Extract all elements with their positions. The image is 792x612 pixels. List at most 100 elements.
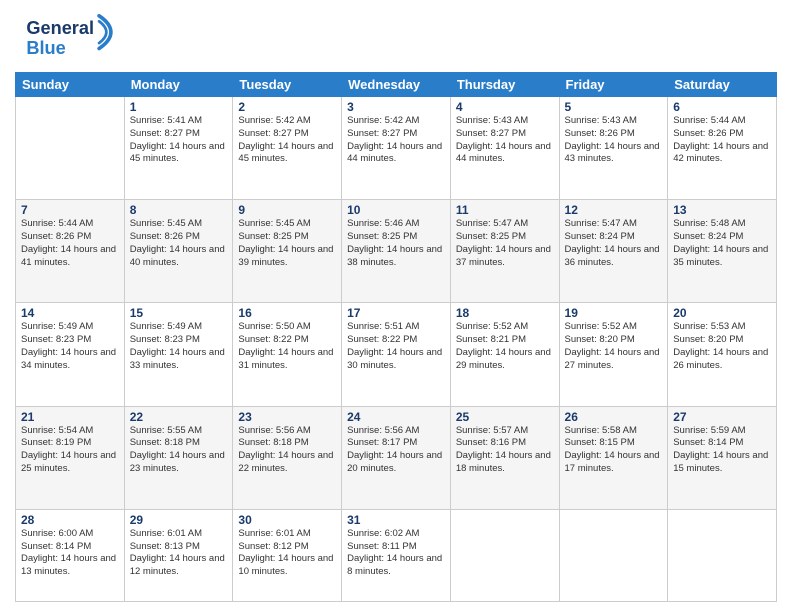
day-number: 2	[238, 100, 336, 114]
day-number: 25	[456, 410, 554, 424]
day-info: Sunrise: 5:49 AMSunset: 8:23 PMDaylight:…	[21, 321, 119, 372]
day-info: Sunrise: 6:02 AMSunset: 8:11 PMDaylight:…	[347, 528, 445, 579]
day-cell: 3Sunrise: 5:42 AMSunset: 8:27 PMDaylight…	[342, 97, 451, 200]
weekday-header-sunday: Sunday	[16, 73, 125, 97]
day-cell: 15Sunrise: 5:49 AMSunset: 8:23 PMDayligh…	[124, 303, 233, 406]
day-cell: 23Sunrise: 5:56 AMSunset: 8:18 PMDayligh…	[233, 406, 342, 509]
day-cell: 4Sunrise: 5:43 AMSunset: 8:27 PMDaylight…	[450, 97, 559, 200]
day-number: 7	[21, 203, 119, 217]
day-cell: 10Sunrise: 5:46 AMSunset: 8:25 PMDayligh…	[342, 200, 451, 303]
day-info: Sunrise: 6:01 AMSunset: 8:13 PMDaylight:…	[130, 528, 228, 579]
day-number: 29	[130, 513, 228, 527]
day-number: 28	[21, 513, 119, 527]
day-info: Sunrise: 6:01 AMSunset: 8:12 PMDaylight:…	[238, 528, 336, 579]
day-number: 1	[130, 100, 228, 114]
day-number: 10	[347, 203, 445, 217]
day-info: Sunrise: 5:53 AMSunset: 8:20 PMDaylight:…	[673, 321, 771, 372]
day-cell: 2Sunrise: 5:42 AMSunset: 8:27 PMDaylight…	[233, 97, 342, 200]
day-info: Sunrise: 5:59 AMSunset: 8:14 PMDaylight:…	[673, 425, 771, 476]
day-number: 26	[565, 410, 663, 424]
day-cell: 27Sunrise: 5:59 AMSunset: 8:14 PMDayligh…	[668, 406, 777, 509]
weekday-header-row: SundayMondayTuesdayWednesdayThursdayFrid…	[16, 73, 777, 97]
day-info: Sunrise: 5:47 AMSunset: 8:25 PMDaylight:…	[456, 218, 554, 269]
day-cell: 26Sunrise: 5:58 AMSunset: 8:15 PMDayligh…	[559, 406, 668, 509]
day-info: Sunrise: 5:58 AMSunset: 8:15 PMDaylight:…	[565, 425, 663, 476]
day-info: Sunrise: 5:52 AMSunset: 8:20 PMDaylight:…	[565, 321, 663, 372]
day-info: Sunrise: 5:42 AMSunset: 8:27 PMDaylight:…	[238, 115, 336, 166]
day-cell: 14Sunrise: 5:49 AMSunset: 8:23 PMDayligh…	[16, 303, 125, 406]
day-info: Sunrise: 5:52 AMSunset: 8:21 PMDaylight:…	[456, 321, 554, 372]
day-info: Sunrise: 5:57 AMSunset: 8:16 PMDaylight:…	[456, 425, 554, 476]
day-cell: 24Sunrise: 5:56 AMSunset: 8:17 PMDayligh…	[342, 406, 451, 509]
svg-text:General: General	[26, 18, 94, 38]
day-number: 3	[347, 100, 445, 114]
day-cell	[450, 509, 559, 601]
weekday-header-tuesday: Tuesday	[233, 73, 342, 97]
logo: General Blue	[15, 14, 125, 64]
weekday-header-saturday: Saturday	[668, 73, 777, 97]
day-cell: 5Sunrise: 5:43 AMSunset: 8:26 PMDaylight…	[559, 97, 668, 200]
day-info: Sunrise: 5:46 AMSunset: 8:25 PMDaylight:…	[347, 218, 445, 269]
day-number: 20	[673, 306, 771, 320]
day-info: Sunrise: 5:44 AMSunset: 8:26 PMDaylight:…	[673, 115, 771, 166]
day-cell: 30Sunrise: 6:01 AMSunset: 8:12 PMDayligh…	[233, 509, 342, 601]
day-cell: 12Sunrise: 5:47 AMSunset: 8:24 PMDayligh…	[559, 200, 668, 303]
day-cell: 19Sunrise: 5:52 AMSunset: 8:20 PMDayligh…	[559, 303, 668, 406]
day-cell: 16Sunrise: 5:50 AMSunset: 8:22 PMDayligh…	[233, 303, 342, 406]
day-cell: 18Sunrise: 5:52 AMSunset: 8:21 PMDayligh…	[450, 303, 559, 406]
day-info: Sunrise: 6:00 AMSunset: 8:14 PMDaylight:…	[21, 528, 119, 579]
day-cell: 21Sunrise: 5:54 AMSunset: 8:19 PMDayligh…	[16, 406, 125, 509]
day-info: Sunrise: 5:49 AMSunset: 8:23 PMDaylight:…	[130, 321, 228, 372]
day-cell: 17Sunrise: 5:51 AMSunset: 8:22 PMDayligh…	[342, 303, 451, 406]
day-number: 8	[130, 203, 228, 217]
day-cell: 20Sunrise: 5:53 AMSunset: 8:20 PMDayligh…	[668, 303, 777, 406]
day-cell: 13Sunrise: 5:48 AMSunset: 8:24 PMDayligh…	[668, 200, 777, 303]
day-info: Sunrise: 5:56 AMSunset: 8:17 PMDaylight:…	[347, 425, 445, 476]
day-number: 23	[238, 410, 336, 424]
day-info: Sunrise: 5:44 AMSunset: 8:26 PMDaylight:…	[21, 218, 119, 269]
day-number: 5	[565, 100, 663, 114]
day-info: Sunrise: 5:43 AMSunset: 8:27 PMDaylight:…	[456, 115, 554, 166]
day-info: Sunrise: 5:56 AMSunset: 8:18 PMDaylight:…	[238, 425, 336, 476]
day-cell: 11Sunrise: 5:47 AMSunset: 8:25 PMDayligh…	[450, 200, 559, 303]
logo-svg: General Blue	[15, 14, 125, 64]
day-number: 4	[456, 100, 554, 114]
day-cell: 8Sunrise: 5:45 AMSunset: 8:26 PMDaylight…	[124, 200, 233, 303]
day-cell	[559, 509, 668, 601]
day-number: 24	[347, 410, 445, 424]
week-row-3: 14Sunrise: 5:49 AMSunset: 8:23 PMDayligh…	[16, 303, 777, 406]
day-number: 22	[130, 410, 228, 424]
svg-text:Blue: Blue	[26, 38, 65, 58]
day-info: Sunrise: 5:43 AMSunset: 8:26 PMDaylight:…	[565, 115, 663, 166]
day-number: 15	[130, 306, 228, 320]
day-cell	[668, 509, 777, 601]
week-row-4: 21Sunrise: 5:54 AMSunset: 8:19 PMDayligh…	[16, 406, 777, 509]
day-number: 12	[565, 203, 663, 217]
day-cell: 25Sunrise: 5:57 AMSunset: 8:16 PMDayligh…	[450, 406, 559, 509]
day-number: 21	[21, 410, 119, 424]
day-info: Sunrise: 5:42 AMSunset: 8:27 PMDaylight:…	[347, 115, 445, 166]
day-number: 31	[347, 513, 445, 527]
day-number: 11	[456, 203, 554, 217]
day-info: Sunrise: 5:51 AMSunset: 8:22 PMDaylight:…	[347, 321, 445, 372]
day-info: Sunrise: 5:55 AMSunset: 8:18 PMDaylight:…	[130, 425, 228, 476]
day-cell: 31Sunrise: 6:02 AMSunset: 8:11 PMDayligh…	[342, 509, 451, 601]
day-number: 6	[673, 100, 771, 114]
week-row-5: 28Sunrise: 6:00 AMSunset: 8:14 PMDayligh…	[16, 509, 777, 601]
day-info: Sunrise: 5:41 AMSunset: 8:27 PMDaylight:…	[130, 115, 228, 166]
day-cell: 6Sunrise: 5:44 AMSunset: 8:26 PMDaylight…	[668, 97, 777, 200]
weekday-header-wednesday: Wednesday	[342, 73, 451, 97]
weekday-header-monday: Monday	[124, 73, 233, 97]
day-number: 19	[565, 306, 663, 320]
header: General Blue	[15, 10, 777, 64]
calendar-table: SundayMondayTuesdayWednesdayThursdayFrid…	[15, 72, 777, 602]
day-cell	[16, 97, 125, 200]
day-number: 30	[238, 513, 336, 527]
day-cell: 7Sunrise: 5:44 AMSunset: 8:26 PMDaylight…	[16, 200, 125, 303]
day-number: 17	[347, 306, 445, 320]
day-info: Sunrise: 5:48 AMSunset: 8:24 PMDaylight:…	[673, 218, 771, 269]
day-number: 27	[673, 410, 771, 424]
day-number: 18	[456, 306, 554, 320]
calendar-page: General Blue SundayMondayTuesdayWednesda…	[0, 0, 792, 612]
day-info: Sunrise: 5:54 AMSunset: 8:19 PMDaylight:…	[21, 425, 119, 476]
